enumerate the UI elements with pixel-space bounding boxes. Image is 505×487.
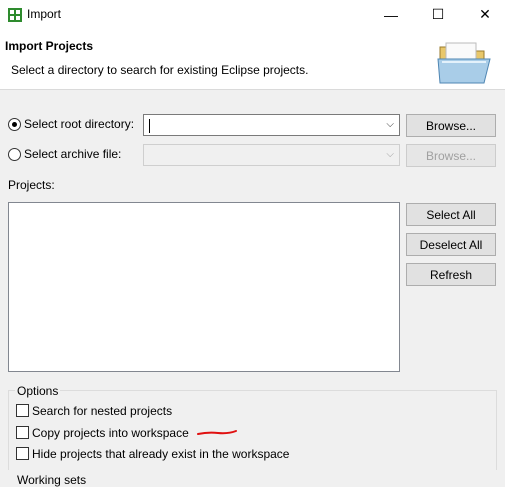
chevron-down-icon[interactable]: ⌵ bbox=[386, 149, 394, 160]
options-legend: Options bbox=[15, 384, 61, 398]
open-folder-icon bbox=[437, 42, 491, 84]
deselect-all-label: Deselect All bbox=[419, 237, 483, 252]
red-underline-annotation bbox=[197, 430, 237, 435]
working-sets-label: Working sets bbox=[17, 473, 87, 487]
search-nested-label: Search for nested projects bbox=[32, 404, 173, 418]
hide-existing-label: Hide projects that already exist in the … bbox=[32, 447, 290, 461]
eclipse-app-icon bbox=[8, 8, 22, 22]
text-caret bbox=[149, 119, 150, 133]
maximize-icon: ☐ bbox=[431, 6, 445, 22]
close-icon: ✕ bbox=[479, 6, 491, 22]
root-directory-radio[interactable] bbox=[8, 118, 21, 131]
select-all-button[interactable]: Select All bbox=[406, 203, 496, 226]
archive-file-label: Select archive file: bbox=[24, 147, 122, 161]
projects-label: Projects: bbox=[8, 178, 55, 192]
window-title: Import bbox=[27, 7, 62, 21]
search-nested-checkbox[interactable] bbox=[16, 404, 29, 417]
root-directory-combo[interactable]: ⌵ bbox=[143, 114, 400, 136]
browse-root-label: Browse... bbox=[425, 118, 476, 133]
wizard-header: Import Projects Select a directory to se… bbox=[0, 29, 505, 90]
refresh-button[interactable]: Refresh bbox=[406, 263, 496, 286]
minimize-icon: — bbox=[384, 6, 398, 23]
archive-file-combo[interactable]: ⌵ bbox=[143, 144, 400, 166]
browse-archive-label: Browse... bbox=[425, 148, 476, 163]
hide-existing-checkbox[interactable] bbox=[16, 447, 29, 460]
title-bar: Import — ☐ ✕ bbox=[0, 0, 505, 29]
refresh-label: Refresh bbox=[429, 267, 473, 282]
chevron-down-icon[interactable]: ⌵ bbox=[386, 119, 394, 130]
deselect-all-button[interactable]: Deselect All bbox=[406, 233, 496, 256]
copy-into-workspace-label: Copy projects into workspace bbox=[32, 426, 189, 440]
root-directory-label: Select root directory: bbox=[24, 117, 135, 131]
close-button[interactable]: ✕ bbox=[465, 0, 505, 29]
maximize-button[interactable]: ☐ bbox=[418, 0, 458, 29]
copy-into-workspace-checkbox[interactable] bbox=[16, 426, 29, 439]
page-title: Import Projects bbox=[5, 39, 94, 53]
browse-root-button[interactable]: Browse... bbox=[406, 114, 496, 137]
projects-list[interactable] bbox=[8, 202, 400, 372]
browse-archive-button[interactable]: Browse... bbox=[406, 144, 496, 167]
select-all-label: Select All bbox=[426, 207, 476, 222]
page-description: Select a directory to search for existin… bbox=[11, 63, 309, 77]
minimize-button[interactable]: — bbox=[371, 0, 411, 29]
archive-file-radio[interactable] bbox=[8, 148, 21, 161]
